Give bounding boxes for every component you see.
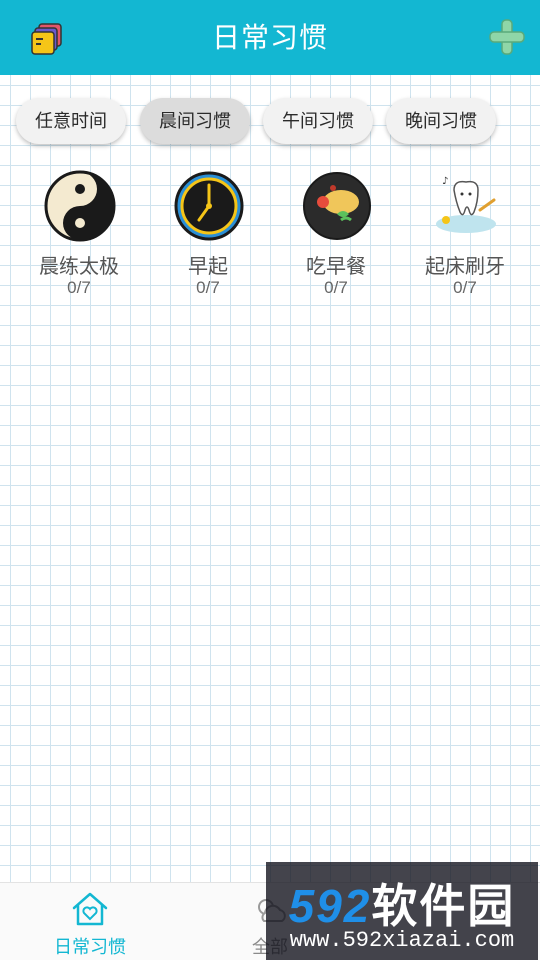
add-habit-button[interactable] (486, 16, 528, 58)
watermark-url: www.592xiazai.com (289, 928, 515, 953)
home-heart-icon (72, 892, 108, 926)
svg-text:♪: ♪ (442, 176, 448, 187)
habit-count: 0/7 (453, 278, 477, 297)
tab-noon[interactable]: 午间习惯 (263, 98, 373, 144)
habit-name: 晨练太极 (39, 256, 119, 278)
habit-name: 早起 (188, 256, 228, 278)
breakfast-plate-icon (303, 172, 371, 240)
tab-anytime[interactable]: 任意时间 (16, 98, 126, 144)
site-watermark: 592软件园 www.592xiazai.com (266, 862, 538, 960)
tab-evening[interactable]: 晚间习惯 (386, 98, 496, 144)
habit-grid: 晨练太极 0/7 早起 0/7 吃早餐 0/7 ♪ 起床刷牙 0/7 (0, 168, 540, 308)
tooth-brushing-icon: ♪ (436, 176, 496, 233)
habit-name: 起床刷牙 (425, 256, 505, 278)
habit-item-brush-teeth[interactable]: ♪ 起床刷牙 0/7 (400, 168, 530, 298)
habit-count: 0/7 (196, 278, 220, 297)
page-title: 日常习惯 (211, 22, 328, 53)
app-header: 日常习惯 (0, 0, 540, 75)
time-period-tabs: 任意时间 晨间习惯 午间习惯 晚间习惯 (0, 98, 540, 146)
yin-yang-icon (44, 170, 116, 242)
habit-item-breakfast[interactable]: 吃早餐 0/7 (271, 168, 401, 298)
nav-daily-habits[interactable]: 日常习惯 (0, 883, 180, 960)
watermark-logo-number: 592 (288, 880, 372, 932)
watermark-logo-text: 软件园 (371, 880, 516, 932)
habit-name: 吃早餐 (306, 256, 366, 278)
plus-icon (489, 19, 525, 55)
habit-count: 0/7 (67, 278, 91, 297)
clock-icon (174, 171, 244, 241)
nav-label: 日常习惯 (54, 937, 126, 957)
habit-item-taichi[interactable]: 晨练太极 0/7 (14, 168, 144, 298)
habit-item-wake-early[interactable]: 早起 0/7 (143, 168, 273, 298)
watermark-logo: 592软件园 (266, 870, 538, 936)
tab-morning[interactable]: 晨间习惯 (140, 98, 250, 144)
habit-count: 0/7 (324, 278, 348, 297)
